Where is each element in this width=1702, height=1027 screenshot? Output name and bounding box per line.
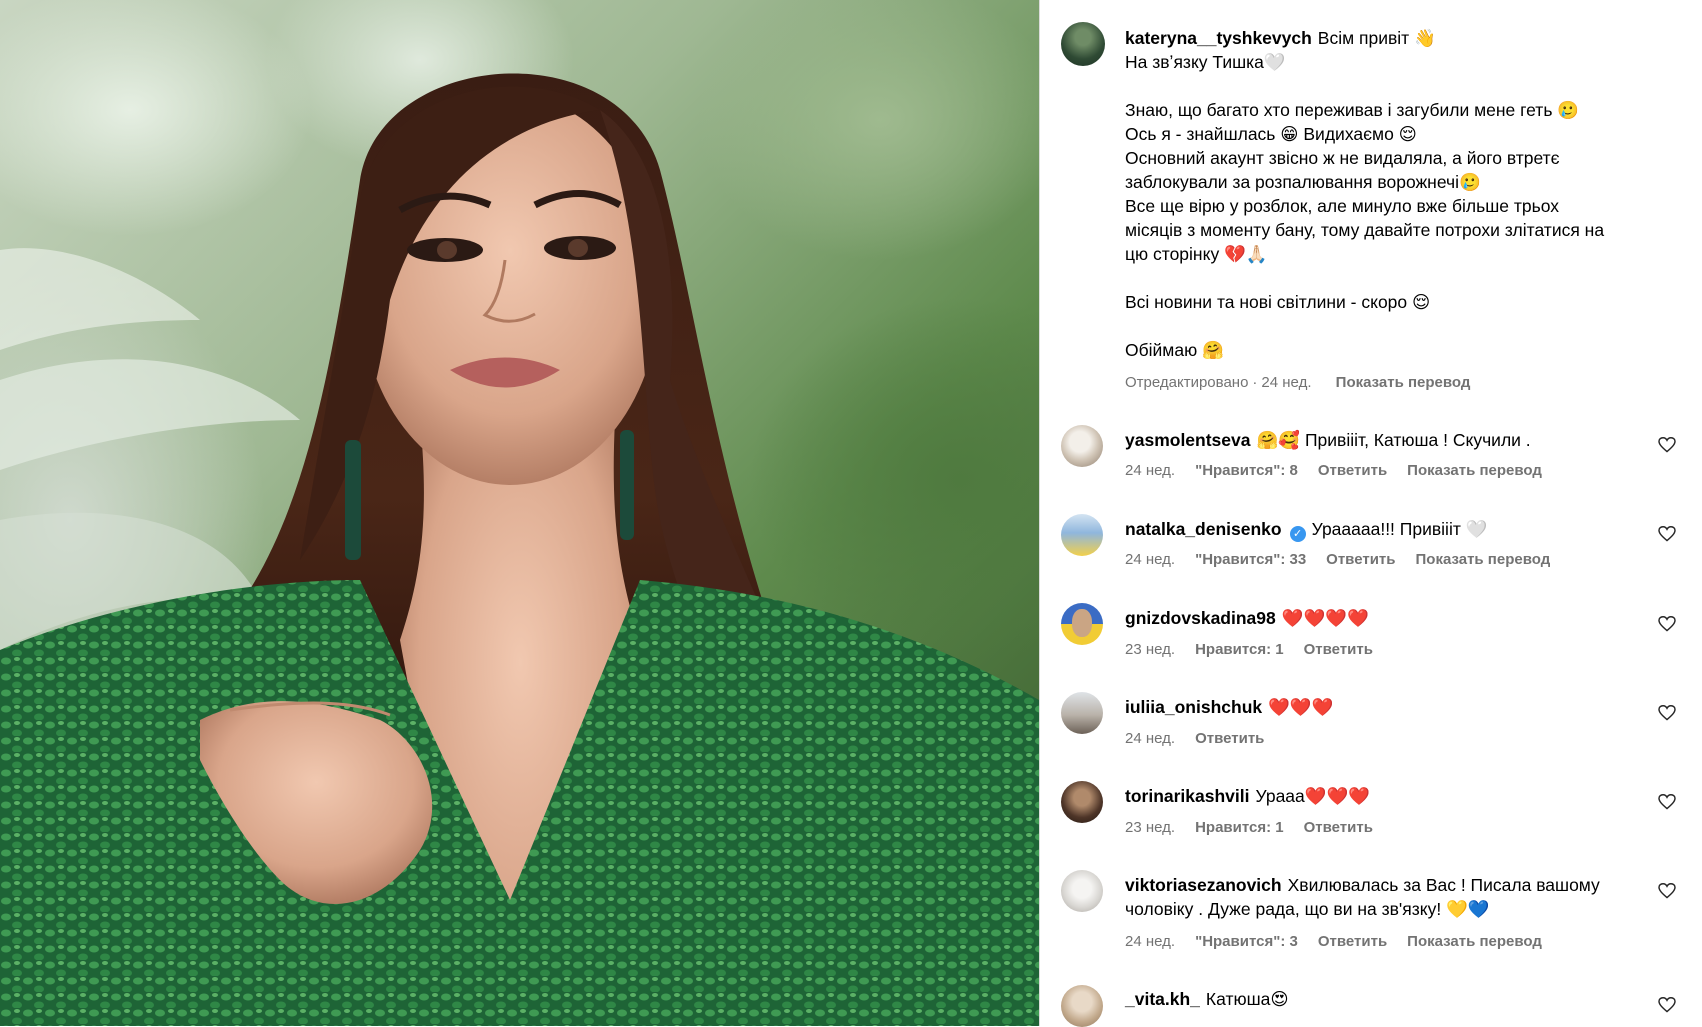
comment-time[interactable]: 24 нед. <box>1125 933 1175 950</box>
comment-meta: 24 нед. "Нравится": 8 Ответить Показать пер… <box>1125 462 1562 479</box>
avatar[interactable] <box>1061 870 1103 912</box>
heart-outline-icon[interactable] <box>1658 526 1676 542</box>
comment-text: yasmolentseva 🤗🥰 Привіііт, Катюша ! Скучи… <box>1125 430 1531 450</box>
comment-text: torinarikashvili Урааа❤️❤️❤️ <box>1125 786 1371 806</box>
reply-button[interactable]: Ответить <box>1318 933 1387 950</box>
post-photo <box>0 0 1039 1026</box>
likes-count[interactable]: "Нравится": 33 <box>1195 551 1306 568</box>
comment-time[interactable]: 23 нед. <box>1125 819 1175 836</box>
heart-outline-icon[interactable] <box>1658 616 1676 632</box>
comment-meta: 24 нед. Ответить <box>1125 730 1284 747</box>
heart-outline-icon[interactable] <box>1658 794 1676 810</box>
avatar[interactable] <box>1061 781 1103 823</box>
portrait-illustration <box>0 73 1039 1026</box>
likes-count[interactable]: Нравится: 1 <box>1195 819 1284 836</box>
comment-username[interactable]: gnizdovskadina98 <box>1125 608 1276 628</box>
post-caption: kateryna__tyshkevych Всім привіт 👋 На звʼ… <box>1125 28 1605 360</box>
avatar[interactable] <box>1061 692 1103 734</box>
avatar[interactable] <box>1061 603 1103 645</box>
avatar[interactable] <box>1061 425 1103 467</box>
comment-meta: 23 нед. Нравится: 1 Ответить <box>1125 641 1393 658</box>
comments-panel: kateryna__tyshkevych Всім привіт 👋 На звʼ… <box>1039 0 1702 1027</box>
author-username[interactable]: kateryna__tyshkevych <box>1125 28 1312 48</box>
translate-button[interactable]: Показать перевод <box>1416 551 1551 568</box>
likes-count[interactable]: "Нравится": 8 <box>1195 462 1298 479</box>
edited-label: Отредактировано <box>1125 374 1249 391</box>
translate-button[interactable]: Показать перевод <box>1336 374 1471 391</box>
comment-text: natalka_denisenko ✓ Урааааа!!! Привіііт 🤍 <box>1125 519 1488 542</box>
comment-username[interactable]: viktoriasezanovich <box>1125 875 1282 895</box>
comment-text: gnizdovskadina98 ❤️❤️❤️❤️ <box>1125 608 1369 628</box>
likes-count[interactable]: Нравится: 1 <box>1195 641 1284 658</box>
comment-username[interactable]: natalka_denisenko <box>1125 519 1282 539</box>
comment-meta: 24 нед. "Нравится": 3 Ответить Показать пер… <box>1125 933 1562 950</box>
avatar[interactable] <box>1061 514 1103 556</box>
heart-outline-icon[interactable] <box>1658 997 1676 1013</box>
comment-time[interactable]: 23 нед. <box>1125 641 1175 658</box>
reply-button[interactable]: Ответить <box>1304 641 1373 658</box>
reply-button[interactable]: Ответить <box>1304 819 1373 836</box>
likes-count[interactable]: "Нравится": 3 <box>1195 933 1298 950</box>
comment-meta: 24 нед. "Нравится": 33 Ответить Показать пе… <box>1125 551 1570 568</box>
translate-button[interactable]: Показать перевод <box>1407 933 1542 950</box>
comment-time[interactable]: 24 нед. <box>1125 462 1175 479</box>
post-meta: Отредактировано · 24 нед. Показать перевод <box>1125 374 1471 391</box>
heart-outline-icon[interactable] <box>1658 437 1676 453</box>
author-avatar[interactable] <box>1061 22 1105 66</box>
comment-username[interactable]: yasmolentseva <box>1125 430 1251 450</box>
comment-time[interactable]: 24 нед. <box>1125 730 1175 747</box>
comment-time[interactable]: 24 нед. <box>1125 551 1175 568</box>
comment-username[interactable]: torinarikashvili <box>1125 786 1250 806</box>
reply-button[interactable]: Ответить <box>1195 730 1264 747</box>
verified-badge-icon: ✓ <box>1289 526 1306 542</box>
comment-text: viktoriasezanovich Хвилювалась за Вас ! П… <box>1125 875 1600 919</box>
instagram-post-view: kateryna__tyshkevych Всім привіт 👋 На звʼ… <box>0 0 1702 1027</box>
post-time[interactable]: 24 нед. <box>1261 374 1311 391</box>
reply-button[interactable]: Ответить <box>1326 551 1395 568</box>
heart-outline-icon[interactable] <box>1658 883 1676 899</box>
avatar[interactable] <box>1061 985 1103 1027</box>
comment-meta: 23 нед. Нравится: 1 Ответить <box>1125 819 1393 836</box>
comment-text: iuliia_onishchuk ❤️❤️❤️ <box>1125 697 1334 717</box>
reply-button[interactable]: Ответить <box>1318 462 1387 479</box>
heart-outline-icon[interactable] <box>1658 705 1676 721</box>
comment-username[interactable]: _vita.kh_ <box>1125 989 1200 1009</box>
comment-text: _vita.kh_ Катюша😍 <box>1125 989 1289 1009</box>
translate-button[interactable]: Показать перевод <box>1407 462 1542 479</box>
comment-username[interactable]: iuliia_onishchuk <box>1125 697 1262 717</box>
